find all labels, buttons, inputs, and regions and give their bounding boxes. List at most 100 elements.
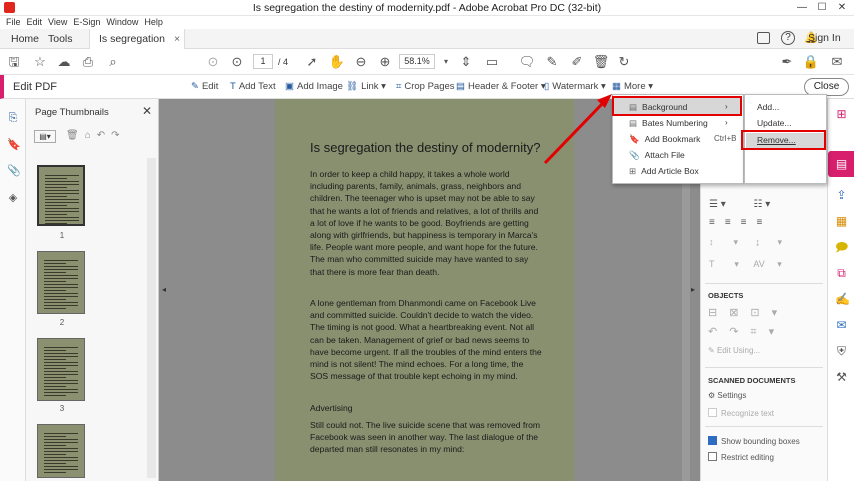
create-pdf-icon[interactable]: ⊞ — [835, 108, 848, 121]
thumbnail-text-line — [44, 445, 66, 446]
rotate-icon[interactable]: ↻ — [615, 53, 633, 71]
share-screen-icon[interactable] — [757, 32, 770, 44]
submenu-add[interactable]: Add... — [757, 102, 779, 112]
pdf-page[interactable]: Is segregation the destiny of modernity?… — [275, 99, 574, 481]
maximize-button[interactable]: ☐ — [815, 1, 829, 14]
protect-icon[interactable]: ⛨ — [835, 345, 848, 358]
more-button[interactable]: ▦ More ▾ — [612, 81, 653, 92]
object-rotate-icons[interactable]: ↶↷⌗▾ — [708, 325, 786, 339]
thumbnails-title: Page Thumbnails — [35, 107, 109, 118]
next-page-icon[interactable]: ⊙ — [228, 53, 246, 71]
mail-icon[interactable]: ✉ — [828, 53, 846, 71]
zoom-out-icon[interactable]: ⊖ — [352, 53, 370, 71]
trash-icon[interactable]: 🗑 — [592, 53, 610, 71]
search-icon[interactable]: ⌕ — [104, 53, 122, 71]
layers-icon[interactable]: ◈ — [7, 192, 19, 204]
print-icon[interactable]: ⎙ — [79, 53, 97, 71]
tab-bar: Home Tools Is segregation the ... × ? 🔔 … — [0, 29, 854, 65]
upload-cloud-icon[interactable]: ☁ — [55, 53, 73, 71]
pen-icon[interactable]: ✎ — [543, 53, 561, 71]
crop-pages-button[interactable]: ⌗ Crop Pages — [396, 81, 455, 92]
menu-item-add-bookmark[interactable]: 🔖 Add Bookmark — [629, 134, 700, 145]
organize-pages-icon[interactable]: ▦ — [835, 215, 848, 228]
chevron-down-icon[interactable]: ▾ — [437, 53, 455, 71]
thumbnail-page-3[interactable] — [37, 338, 85, 401]
prev-page-icon[interactable]: ⊙ — [204, 53, 222, 71]
options-dropdown[interactable]: ▤▾ — [34, 130, 56, 143]
tab-close-icon[interactable]: × — [174, 29, 180, 49]
add-image-button[interactable]: ▣ Add Image — [285, 81, 343, 92]
thumbnail-text-line — [44, 380, 78, 381]
menu-help[interactable]: Help — [144, 16, 163, 29]
thumbnail-text-line — [44, 359, 66, 360]
object-align-icons[interactable]: ⊟⊠⊡▾ — [708, 306, 789, 319]
thumbnail-text-line — [44, 371, 78, 372]
header-footer-button[interactable]: ▤ Header & Footer ▾ — [456, 81, 546, 92]
collapse-left-icon[interactable]: ◂ — [162, 285, 166, 294]
collapse-right-icon[interactable]: ▸ — [691, 285, 695, 294]
highlight-icon[interactable]: ✐ — [568, 53, 586, 71]
combine-files-icon[interactable]: ⧉ — [835, 267, 848, 280]
star-icon[interactable]: ☆ — [31, 53, 49, 71]
sign-in-link[interactable]: Sign In — [808, 32, 841, 44]
submenu-update[interactable]: Update... — [757, 118, 792, 128]
restrict-editing-checkbox[interactable]: Restrict editing — [708, 452, 774, 462]
menu-item-bates[interactable]: ▤ Bates Numbering — [629, 118, 708, 129]
edit-button[interactable]: ✎ Edit — [191, 81, 218, 92]
thumbnail-page-4[interactable] — [37, 424, 85, 478]
hand-tool-icon[interactable]: ✋ — [328, 53, 346, 71]
scroll-mode-icon[interactable]: ⇕ — [457, 53, 475, 71]
recognize-text-button[interactable]: Recognize text — [708, 408, 774, 418]
sign-pen-icon[interactable]: ✒ — [778, 53, 796, 71]
fit-page-icon[interactable]: ▭ — [483, 53, 501, 71]
minimize-button[interactable]: — — [795, 1, 809, 14]
menu-item-attach-file[interactable]: 📎 Attach File — [629, 150, 685, 161]
bookmark-icon[interactable]: 🔖 — [7, 139, 21, 151]
thumbnail-text-line — [44, 347, 78, 348]
more-tools-icon[interactable]: ⚒ — [835, 371, 848, 384]
add-text-button[interactable]: T Add Text — [230, 81, 276, 92]
edit-using-dropdown[interactable]: ✎ Edit Using... — [708, 346, 760, 355]
comment-tool-icon[interactable]: 🗩 — [835, 241, 848, 254]
thumbnail-page-2[interactable] — [37, 251, 85, 314]
link-button[interactable]: ⛓ Link ▾ — [346, 81, 386, 92]
lock-icon[interactable]: 🔒 — [802, 53, 820, 71]
show-bounding-boxes-checkbox[interactable]: Show bounding boxes — [708, 436, 800, 446]
zoom-in-icon[interactable]: ⊕ — [376, 53, 394, 71]
thumbnail-scrollbar[interactable] — [147, 158, 156, 478]
tab-document[interactable]: Is segregation the ... × — [89, 29, 185, 65]
scale-icons[interactable]: T ▾ AV ▾ — [709, 259, 782, 270]
thumbnail-text-line — [44, 263, 66, 264]
zoom-level-input[interactable]: 58.1% — [399, 54, 435, 69]
edit-pdf-icon[interactable]: ▤ — [835, 158, 848, 171]
line-spacing-icons[interactable]: ↕ ▾ ↨ ▾ — [709, 237, 782, 248]
settings-button[interactable]: ⚙ Settings — [708, 391, 746, 400]
list-icons[interactable]: ☰ ▾ ☷ ▾ — [709, 199, 770, 210]
menu-view[interactable]: View — [48, 16, 67, 29]
help-icon[interactable]: ? — [781, 31, 795, 45]
menu-esign[interactable]: E-Sign — [73, 16, 100, 29]
align-icons[interactable]: ≡≡≡≡ — [709, 217, 772, 228]
watermark-button[interactable]: ▯ Watermark ▾ — [544, 81, 606, 92]
thumbnail-text-line — [45, 181, 79, 182]
page-number-input[interactable]: 1 — [253, 54, 273, 69]
tab-tools[interactable]: Tools — [39, 29, 82, 49]
comment-icon[interactable]: 🗨 — [518, 53, 536, 71]
fill-sign-icon[interactable]: ✍ — [835, 293, 850, 306]
menu-file[interactable]: File — [6, 16, 21, 29]
thumbnail-page-1[interactable] — [37, 165, 85, 226]
select-tool-icon[interactable]: ➚ — [303, 53, 321, 71]
save-icon[interactable]: 🖫 — [5, 53, 23, 71]
send-sign-icon[interactable]: ✉ — [835, 319, 848, 332]
menu-edit[interactable]: Edit — [27, 16, 43, 29]
attachment-icon[interactable]: 📎 — [7, 165, 21, 177]
thumb-tools[interactable]: 🗑⌂↶↷ — [66, 130, 126, 141]
menu-item-article-box[interactable]: ⊞ Add Article Box — [629, 166, 699, 177]
page-thumbnails-icon[interactable]: ⎘ — [7, 112, 19, 124]
export-pdf-icon[interactable]: ⇪ — [835, 189, 848, 202]
paragraph-4: Still could not. The live suicide scene … — [310, 420, 541, 455]
panel-close-icon[interactable]: ✕ — [142, 104, 152, 118]
menu-bar: File Edit View E-Sign Window Help — [0, 16, 854, 29]
menu-window[interactable]: Window — [106, 16, 138, 29]
close-window-button[interactable]: ✕ — [835, 1, 849, 14]
